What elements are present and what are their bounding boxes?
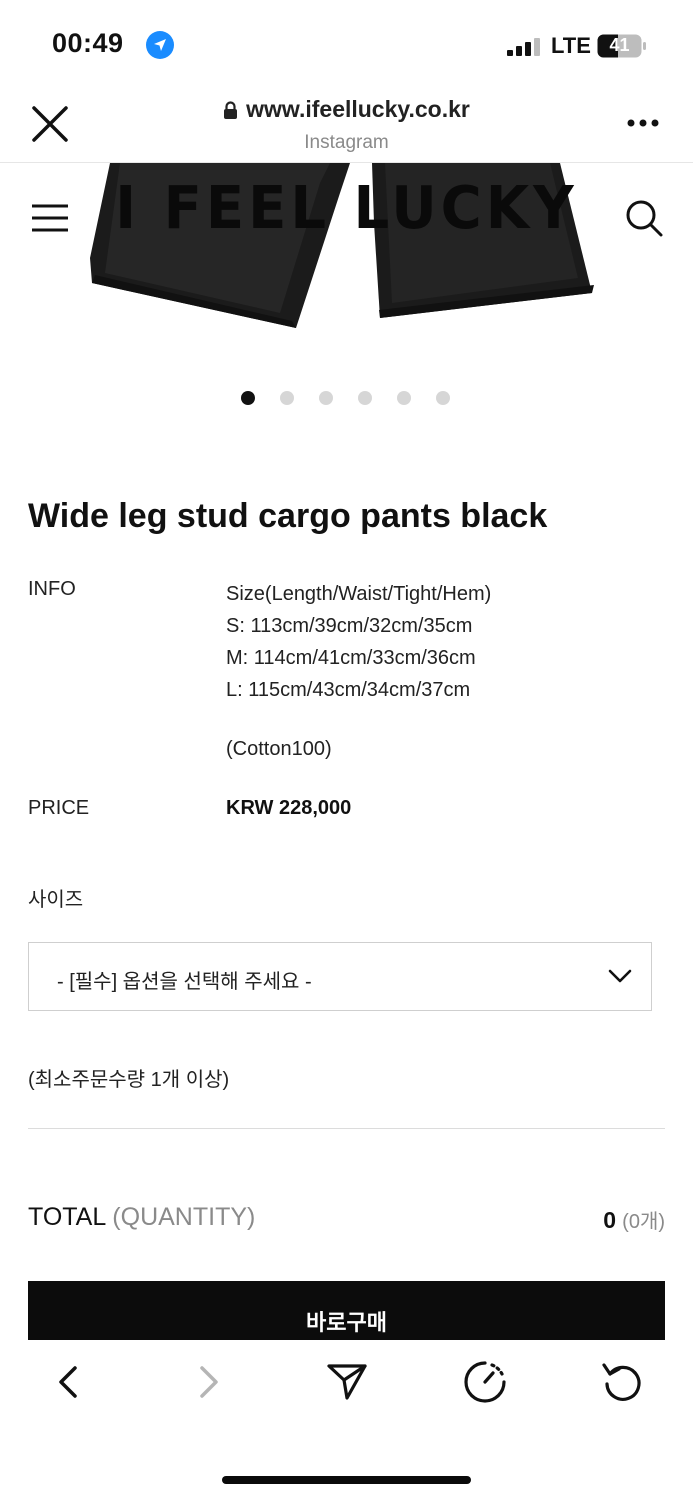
buy-now-button[interactable]: 바로구매 [28,1281,665,1341]
battery-level: 41 [609,35,630,55]
product-title: Wide leg stud cargo pants black [28,497,548,535]
speed-gauge-icon[interactable] [463,1360,507,1404]
size-info-line: S: 113cm/39cm/32cm/35cm [226,615,473,637]
info-label: INFO [28,578,76,600]
quantity-text: (QUANTITY) [112,1203,256,1231]
lock-icon [224,101,238,119]
price-value: KRW 228,000 [226,797,352,819]
size-info: Size(Length/Waist/Tight/Hem) S: 113cm/39… [226,578,491,706]
carousel-dot[interactable] [397,391,411,405]
cellular-signal-icon [507,38,540,56]
url-text: www.ifeellucky.co.kr [246,96,470,122]
chevron-down-icon [608,969,632,983]
total-amount: 0 [603,1207,617,1233]
hamburger-menu-icon[interactable] [30,202,70,234]
home-indicator [222,1476,471,1484]
url-bar[interactable]: www.ifeellucky.co.kr [0,96,693,123]
min-order-note: (최소주문수량 1개 이상) [28,1069,230,1091]
price-label: PRICE [28,797,90,819]
status-time: 00:49 [52,28,124,58]
material-info: (Cotton100) [226,738,332,760]
carousel-dot[interactable] [241,391,255,405]
total-label: TOTAL (QUANTITY) [28,1203,255,1232]
carousel-dot[interactable] [358,391,372,405]
size-info-line: M: 114cm/41cm/33cm/36cm [226,647,476,669]
brand-logo[interactable]: I FEEL LUCKY [0,174,693,242]
carousel-dot[interactable] [280,391,294,405]
more-options-icon[interactable] [626,118,660,128]
carousel-dot[interactable] [436,391,450,405]
total-text: TOTAL [28,1203,106,1231]
search-icon[interactable] [624,198,664,238]
total-count: (0개) [622,1211,665,1233]
url-source: Instagram [304,132,389,153]
total-value: 0 (0개) [603,1205,665,1234]
battery-icon: 41 [597,34,647,58]
share-send-icon[interactable] [325,1360,369,1404]
section-divider [28,1128,665,1129]
reload-icon[interactable] [600,1360,644,1404]
carousel-indicator [241,391,450,405]
back-icon[interactable] [47,1360,91,1404]
forward-icon[interactable] [186,1360,230,1404]
carousel-dot[interactable] [319,391,333,405]
location-arrow-icon [146,31,174,59]
size-info-line: L: 115cm/43cm/34cm/37cm [226,679,471,701]
size-info-line: Size(Length/Waist/Tight/Hem) [226,583,492,605]
size-select[interactable]: - [필수] 옵션을 선택해 주세요 - [28,942,652,1011]
size-option-label: 사이즈 [28,889,84,911]
network-type: LTE [551,33,591,58]
size-select-value: - [필수] 옵션을 선택해 주세요 - [57,971,312,993]
